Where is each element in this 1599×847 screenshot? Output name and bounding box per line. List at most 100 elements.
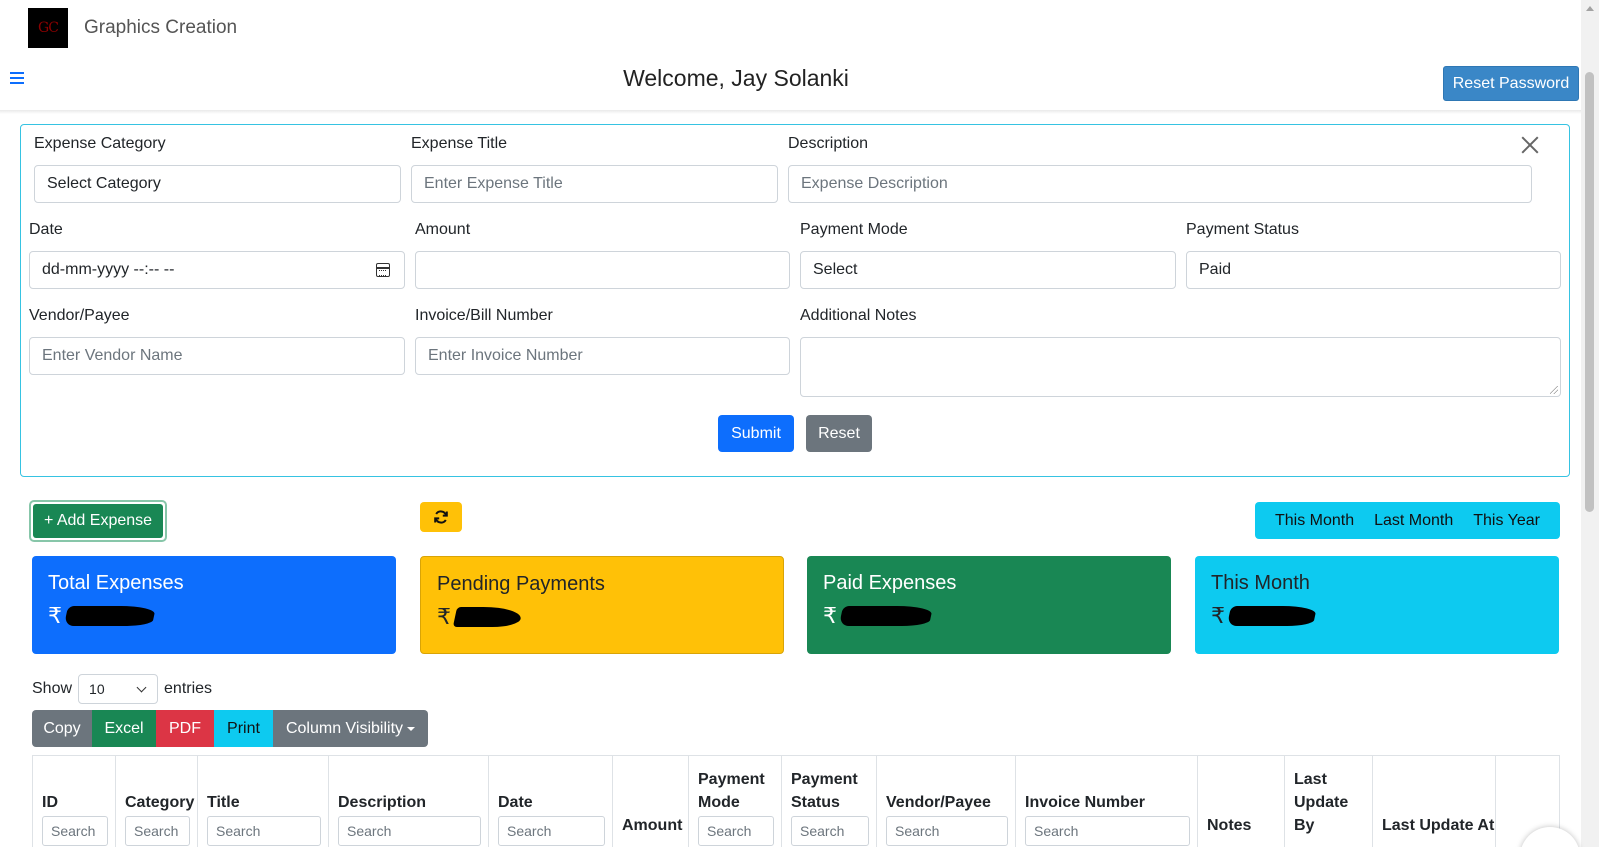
brand-name: Graphics Creation: [84, 17, 238, 38]
resize-handle-icon[interactable]: [1550, 386, 1558, 394]
column-header[interactable]: ID: [33, 756, 116, 847]
expense-category-label: Expense Category: [34, 135, 166, 152]
card-title: This Month: [1211, 572, 1310, 594]
card-amount: ₹: [48, 603, 380, 629]
column-header[interactable]: Date: [489, 756, 613, 847]
column-header[interactable]: Category: [116, 756, 198, 847]
expense-category-select[interactable]: Select Category: [34, 165, 401, 203]
currency-symbol: ₹: [1211, 603, 1225, 628]
expense-title-input[interactable]: [411, 165, 778, 203]
column-header[interactable]: Title: [198, 756, 329, 847]
column-header[interactable]: Notes: [1198, 756, 1285, 847]
total-expenses-card: Total Expenses ₹: [32, 556, 396, 654]
amount-label: Amount: [415, 221, 471, 238]
column-search-input[interactable]: [338, 816, 481, 846]
date-value: dd-mm-yyyy --:-- --: [42, 261, 175, 278]
reset-button[interactable]: Reset: [806, 415, 872, 452]
column-header[interactable]: Invoice Number: [1016, 756, 1198, 847]
column-visibility-button[interactable]: Column Visibility: [273, 710, 428, 747]
page-length-control: Show 10 entries: [32, 674, 212, 704]
expenses-table-header: ID Category Title Description Date Amount Paym…: [32, 755, 1560, 847]
add-expense-button[interactable]: + Add Expense: [29, 500, 167, 542]
column-header-label: Notes: [1207, 817, 1252, 834]
column-header[interactable]: Payment Mode: [689, 756, 782, 847]
column-header-label: Description: [338, 794, 427, 811]
column-search-input[interactable]: [207, 816, 321, 846]
refresh-icon: [434, 510, 448, 524]
page-length-value: 10: [89, 681, 105, 697]
column-header-label: Category: [125, 794, 195, 811]
period-filter-group: This Month Last Month This Year: [1255, 502, 1560, 539]
column-header[interactable]: Description: [329, 756, 489, 847]
paid-expenses-card: Paid Expenses ₹: [807, 556, 1171, 654]
column-header-label: Title: [207, 794, 240, 811]
logo-text: GC: [38, 20, 59, 36]
refresh-button[interactable]: [420, 502, 462, 532]
column-search-input[interactable]: [1025, 816, 1190, 846]
entries-label: entries: [164, 680, 213, 697]
column-header-label: Status: [791, 794, 840, 811]
copy-button[interactable]: Copy: [32, 710, 92, 747]
reset-password-button[interactable]: Reset Password: [1443, 66, 1579, 101]
page-scrollbar[interactable]: [1581, 0, 1599, 847]
card-amount: ₹: [1211, 603, 1543, 629]
expense-category-value: Select Category: [47, 175, 161, 192]
column-header-label: Amount: [622, 817, 683, 834]
redacted-value: [1226, 606, 1318, 626]
payment-status-label: Payment Status: [1186, 221, 1299, 238]
payment-mode-value: Select: [813, 261, 858, 278]
scroll-up-icon[interactable]: [1586, 6, 1594, 11]
redacted-value: [452, 607, 524, 627]
period-this-year[interactable]: This Year: [1473, 512, 1540, 530]
pending-payments-card: Pending Payments ₹: [420, 556, 784, 654]
column-header-label: Vendor/Payee: [886, 794, 991, 811]
column-visibility-label: Column Visibility: [285, 719, 404, 737]
column-search-input[interactable]: [42, 816, 108, 846]
column-header-label: Mode: [698, 794, 740, 811]
submit-button[interactable]: Submit: [718, 415, 794, 452]
column-search-input[interactable]: [498, 816, 605, 846]
date-input[interactable]: dd-mm-yyyy --:-- --: [29, 251, 405, 289]
column-search-input[interactable]: [125, 816, 190, 846]
description-input[interactable]: [788, 165, 1532, 203]
notes-textarea[interactable]: [800, 337, 1561, 397]
page-length-select[interactable]: 10: [78, 674, 159, 704]
redacted-value: [838, 606, 934, 626]
payment-mode-select[interactable]: Select: [800, 251, 1176, 289]
vendor-label: Vendor/Payee: [29, 307, 130, 324]
pdf-button[interactable]: PDF: [156, 710, 214, 747]
description-label: Description: [788, 135, 869, 152]
currency-symbol: ₹: [48, 603, 62, 628]
invoice-label: Invoice/Bill Number: [415, 307, 553, 324]
payment-status-select[interactable]: Paid: [1186, 251, 1561, 289]
payment-mode-label: Payment Mode: [800, 221, 908, 238]
currency-symbol: ₹: [437, 604, 451, 629]
column-header[interactable]: Last Update By: [1285, 756, 1373, 847]
card-title: Pending Payments: [437, 573, 605, 595]
column-header[interactable]: Last Update At: [1373, 756, 1496, 847]
period-last-month[interactable]: Last Month: [1374, 512, 1453, 530]
calendar-icon[interactable]: [376, 263, 390, 277]
amount-input[interactable]: [415, 251, 790, 289]
column-search-input[interactable]: [886, 816, 1008, 846]
column-header-label: Date: [498, 794, 533, 811]
column-header[interactable]: Amount: [613, 756, 689, 847]
close-icon[interactable]: [1520, 135, 1540, 155]
column-header-label: Last Update At: [1382, 817, 1495, 834]
vendor-input[interactable]: [29, 337, 405, 375]
scroll-thumb[interactable]: [1585, 72, 1594, 512]
column-header-label: ID: [42, 794, 58, 811]
column-search-input[interactable]: [791, 816, 869, 846]
expense-title-label: Expense Title: [411, 135, 508, 152]
brand[interactable]: GC Graphics Creation: [28, 8, 237, 48]
this-month-card: This Month ₹: [1195, 556, 1559, 654]
print-button[interactable]: Print: [214, 710, 273, 747]
card-amount: ₹: [823, 603, 1155, 629]
column-header[interactable]: Vendor/Payee: [877, 756, 1016, 847]
period-this-month[interactable]: This Month: [1275, 512, 1354, 530]
column-header[interactable]: Payment Status: [782, 756, 877, 847]
invoice-input[interactable]: [415, 337, 790, 375]
excel-button[interactable]: Excel: [92, 710, 156, 747]
column-search-input[interactable]: [698, 816, 774, 846]
welcome-heading: Welcome, Jay Solanki: [623, 65, 849, 91]
